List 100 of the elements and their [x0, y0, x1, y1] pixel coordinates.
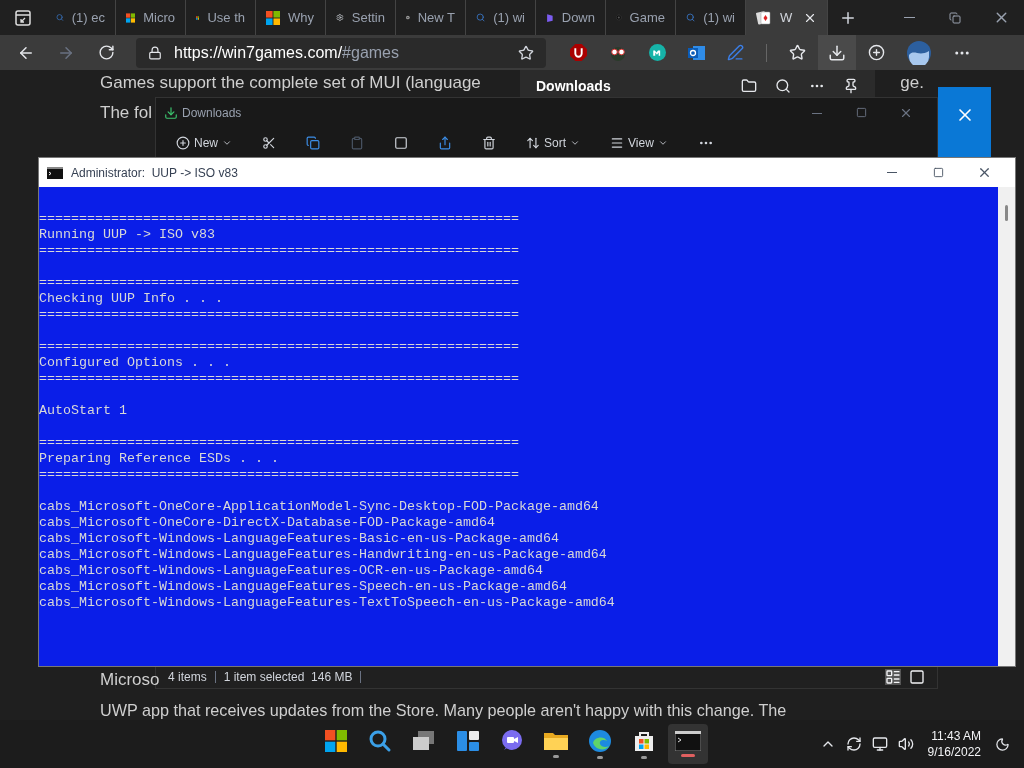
folder-icon[interactable]: [543, 730, 569, 752]
caret-icon: [222, 138, 232, 148]
new-button[interactable]: New: [176, 134, 232, 152]
console-line: ============================================================: [39, 371, 520, 387]
tab-title: Micro: [143, 8, 175, 27]
widgets-icon[interactable]: [456, 730, 480, 752]
console-line: cabs_Microsoft-Windows-LanguageFeatures-Handwriting-en-us-Package-amd64: [39, 547, 608, 563]
tab-title: Use th: [207, 8, 245, 27]
flyout-title: Downloads: [536, 76, 611, 96]
console-line: Preparing Reference ESDs . . .: [39, 451, 280, 467]
mail-app-icon[interactable]: [688, 44, 705, 61]
maximize-icon[interactable]: [856, 107, 867, 118]
console-icon[interactable]: [675, 731, 701, 751]
add-favorite-icon[interactable]: [518, 44, 534, 61]
tab-title: W: [780, 8, 793, 27]
playing-cards-icon: [756, 9, 772, 26]
glasses-icon[interactable]: [609, 44, 627, 61]
caret-icon: [657, 138, 668, 148]
cut-icon[interactable]: [262, 136, 276, 150]
downloads-button[interactable]: [818, 35, 856, 70]
pen-icon[interactable]: [727, 44, 744, 61]
minimize-icon: [903, 17, 915, 18]
console-line: cabs_Microsoft-Windows-LanguageFeatures-OCR-en-us-Package-amd64: [39, 563, 544, 579]
taskbar-app[interactable]: [668, 724, 708, 764]
search-icon: [686, 11, 696, 24]
caret-icon: [570, 138, 581, 148]
url-text: https://win7games.com/#games: [174, 42, 399, 63]
sort-arrows-icon: [526, 136, 540, 150]
status-text: 1 item selected 146 MB: [223, 669, 353, 686]
edge-icon[interactable]: [588, 729, 612, 753]
tab-title: Game: [629, 8, 665, 27]
sync-icon[interactable]: [845, 736, 862, 752]
article-text: ge.: [900, 72, 924, 94]
console-line: Running UUP -> ISO v83: [39, 227, 216, 243]
console-line: ============================================================: [39, 307, 520, 323]
console-line: ============================================================: [39, 211, 520, 227]
collections-icon[interactable]: [868, 44, 885, 61]
article-text: Games support the complete set of MUI (language: [100, 72, 481, 94]
search-icon[interactable]: [368, 729, 392, 753]
start-icon: [325, 730, 347, 752]
favorites-icon[interactable]: [789, 44, 806, 61]
chat-icon[interactable]: [500, 729, 524, 753]
search-icon: [56, 11, 64, 24]
sort-button[interactable]: Sort: [526, 134, 581, 152]
window-title: Administrator: UUP -> ISO v83: [71, 164, 238, 182]
tiles-view-icon[interactable]: [909, 669, 925, 685]
console-line: ============================================================: [39, 275, 520, 291]
tab-title: Down: [561, 8, 595, 27]
downloads-icon: [164, 106, 178, 120]
details-view-icon[interactable]: [885, 669, 901, 685]
focus-assist-icon[interactable]: [995, 736, 1010, 752]
maximize-icon: [932, 167, 944, 178]
tab-title: (1) wi: [493, 8, 525, 27]
rename-icon[interactable]: [394, 136, 408, 150]
article-text: The fol: [100, 102, 152, 124]
tab-title: (1) wi: [703, 8, 735, 27]
network-icon[interactable]: [871, 736, 888, 752]
console-line: ============================================================: [39, 467, 520, 483]
copy-icon[interactable]: [306, 136, 320, 150]
clock[interactable]: 11:43 AM 9/16/2022: [923, 728, 985, 760]
task-view-icon[interactable]: [412, 730, 436, 752]
tab-title: Settin: [351, 8, 385, 27]
console-line: AutoStart 1: [39, 403, 128, 419]
console-line: ============================================================: [39, 339, 520, 355]
open-folder-icon[interactable]: [741, 78, 757, 94]
console-line: cabs_Microsoft-Windows-LanguageFeatures-TextToSpeech-en-us-Package-amd64: [39, 595, 616, 611]
shield-u-icon[interactable]: [570, 44, 587, 61]
plus-icon: [176, 136, 190, 150]
console-line: cabs_Microsoft-OneCore-DirectX-Database-FOD-Package-amd64: [39, 515, 496, 531]
restore-icon: [949, 11, 961, 24]
search-icon: [476, 11, 486, 24]
console-line: cabs_Microsoft-OneCore-ApplicationModel-Sync-Desktop-FOD-Package-amd64: [39, 499, 600, 515]
profile-avatar[interactable]: [907, 40, 931, 65]
console-line: Configured Options . . .: [39, 355, 232, 371]
window-title: Downloads: [182, 105, 242, 122]
download-icon: [828, 43, 846, 62]
view-button[interactable]: View: [610, 134, 668, 152]
console-line: cabs_Microsoft-Windows-LanguageFeatures-Speech-en-us-Package-amd64: [39, 579, 568, 595]
volume-icon[interactable]: [897, 736, 914, 752]
close-icon[interactable]: [899, 106, 913, 120]
lock-icon: [148, 45, 162, 60]
lines-icon: [610, 136, 625, 150]
article-text: Microso: [100, 670, 160, 690]
console-line: Checking UUP Info . . .: [39, 291, 224, 307]
scrollbar[interactable]: [998, 187, 1015, 666]
tab-actions-icon[interactable]: [15, 9, 31, 26]
address-bar[interactable]: https://win7games.com/#games: [136, 37, 546, 68]
store-icon[interactable]: [632, 729, 656, 753]
tab-title: New T: [417, 8, 455, 27]
delete-icon[interactable]: [482, 136, 496, 150]
console-line: cabs_Microsoft-Windows-LanguageFeatures-Basic-en-us-Package-amd64: [39, 531, 560, 547]
browser-tab[interactable]: W: [746, 0, 828, 35]
tab-title: Why: [288, 8, 314, 27]
status-text: 4 items: [168, 669, 207, 686]
minimize-icon: [887, 172, 897, 173]
console-line: ============================================================: [39, 243, 520, 259]
search-icon[interactable]: [775, 78, 791, 94]
share-icon[interactable]: [438, 136, 452, 150]
pin-icon[interactable]: [843, 78, 859, 94]
tab-title: (1) ec: [71, 8, 105, 27]
